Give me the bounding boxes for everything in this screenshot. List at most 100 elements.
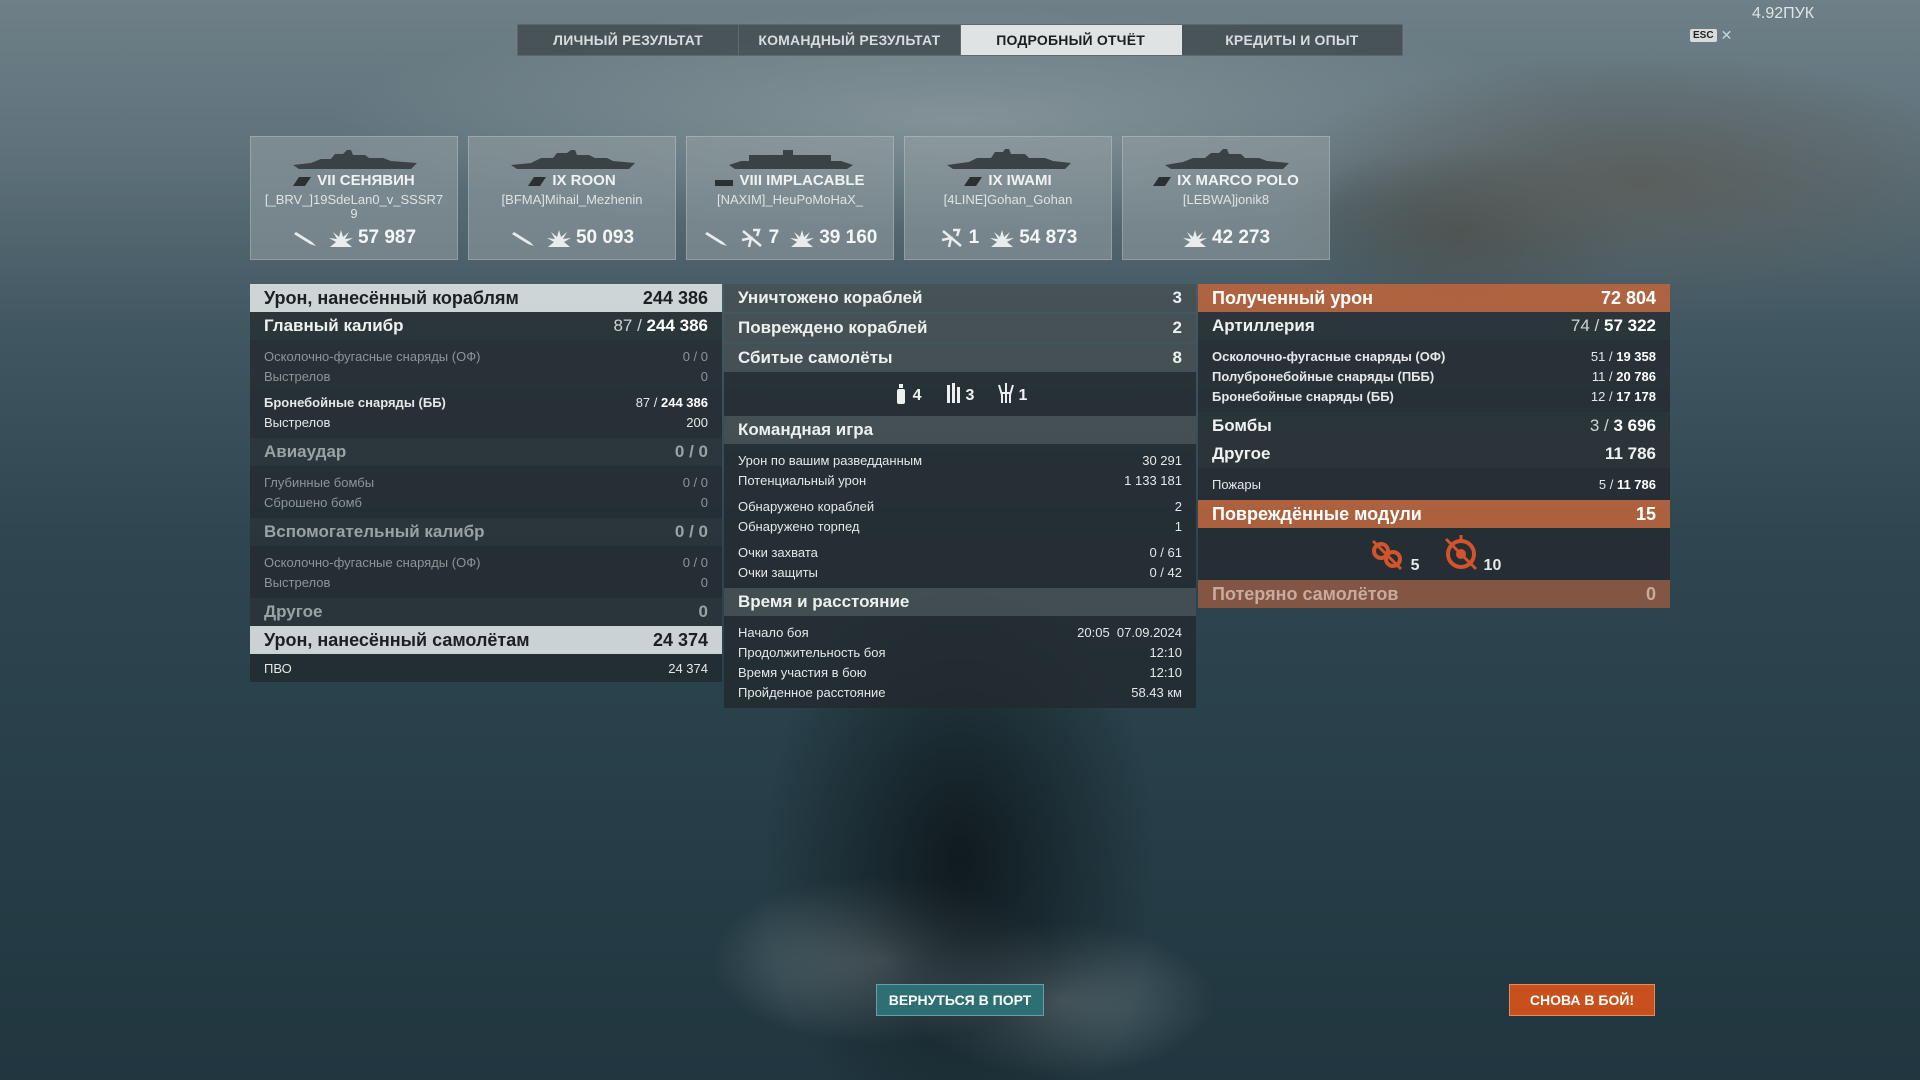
teamplay-header: Командная игра [724,416,1196,444]
destroyed-ships-row: VII СЕНЯВИН [_BRV_]19SdeLan0_v_SSSR79 57… [250,136,1330,260]
torpedo-icon [292,228,318,248]
close-icon: ✕ [1720,27,1733,43]
damage-to-planes-header: Урон, нанесённый самолётам 24 374 [250,626,722,654]
tab-detailed-report[interactable]: ПОДРОБНЫЙ ОТЧЁТ [960,25,1182,55]
fighter-icon [998,383,1015,403]
capture-points-row: Очки захвата 0 / 61 [738,544,1182,560]
damage-to-ships-header: Урон, нанесённый кораблям 244 386 [250,284,722,312]
airstrike-header: Авиаудар 0 / 0 [250,438,722,466]
player-name: [4LINE]Gohan_Gohan [943,192,1073,207]
time-distance-header: Время и расстояние [724,588,1196,616]
ship-card[interactable]: VIII IMPLACABLE [NAXIM]_HeuPoMoHaX_ 7 39… [686,136,894,260]
secondary-shots-row: Выстрелов 0 [264,574,708,590]
battleship-class-icon [1153,176,1172,186]
secondary-header: Вспомогательный калибр 0 / 0 [250,518,722,546]
planes-shot-value: 1 [968,227,980,248]
damaged-modules-header: Повреждённые модули 15 [1198,500,1670,528]
received-he-row: Осколочно-фугасные снаряды (ОФ) 51 / 19 3… [1212,348,1656,364]
artillery-details: Осколочно-фугасные снаряды (ОФ) 51 / 19 3… [1198,340,1670,412]
main-caliber-details: Осколочно-фугасные снаряды (ОФ) 0 / 0 Выс… [250,340,722,438]
ship-card[interactable]: IX ROON [BFMA]Mihail_Mezhenin 50 093 [468,136,676,260]
damage-icon [328,230,353,247]
time-distance-details: Начало боя 20:05 07.09.2024 Продолжительн… [724,616,1196,708]
teamplay-details: Урон по вашим разведданным 30 291 Потенци… [724,444,1196,588]
plane-types-panel: 4 3 1 [724,372,1196,416]
ship-card[interactable]: VII СЕНЯВИН [_BRV_]19SdeLan0_v_SSSR79 57… [250,136,458,260]
torpedo-icon [510,228,536,248]
fires-row: Пожары 5 / 11 786 [1212,476,1656,492]
player-name: [NAXIM]_HeuPoMoHaX_ [717,192,863,207]
ship-name: VII СЕНЯВИН [317,172,415,189]
plane-icon [741,228,762,248]
battle-start-row: Начало боя 20:05 07.09.2024 [738,624,1182,640]
depth-charges-row: Глубинные бомбы 0 / 0 [264,474,708,490]
damage-value: 57 987 [357,227,417,248]
ship-silhouette-icon [293,150,417,169]
ship-name: IX ROON [552,172,616,189]
secondary-he-row: Осколочно-фугасные снаряды (ОФ) 0 / 0 [264,554,708,570]
ship-silhouette-icon [1165,149,1289,169]
turret-module-count: 10 [1483,557,1502,574]
spotted-torpedoes-row: Обнаружено торпед 1 [738,518,1182,534]
damaged-ships-header: Повреждено кораблей 2 [724,314,1196,342]
carrier-class-icon [715,179,734,186]
damage-received-header: Полученный урон 72 804 [1198,284,1670,312]
engine-module-count: 5 [1410,557,1420,574]
damage-icon [790,230,815,247]
close-button[interactable]: ESC ✕ [1690,27,1732,44]
participation-time-row: Время участия в бою 12:10 [738,664,1182,680]
airstrike-details: Глубинные бомбы 0 / 0 Сброшено бомб 0 [250,466,722,518]
received-bombs-header: Бомбы 3 / 3 696 [1198,412,1670,440]
damage-value: 50 093 [575,227,635,248]
ship-silhouette-icon [947,149,1071,169]
ship-silhouette-icon [729,150,853,169]
damage-icon [990,230,1015,247]
planes-shot-header: Сбитые самолёты 8 [724,344,1196,372]
aa-row: ПВО 24 374 [264,660,708,676]
fighter-count: 1 [1018,387,1028,404]
ship-card[interactable]: IX IWAMI [4LINE]Gohan_Gohan 1 54 873 [904,136,1112,260]
return-to-port-button[interactable]: ВЕРНУТЬСЯ В ПОРТ [876,984,1044,1016]
artillery-header: Артиллерия 74 / 57 322 [1198,312,1670,340]
bomber-icon [896,384,905,404]
ship-name: IX MARCO POLO [1177,172,1299,189]
plane-icon [941,228,962,248]
tab-personal-result[interactable]: ЛИЧНЫЙ РЕЗУЛЬТАТ [518,25,740,55]
battle-duration-row: Продолжительность боя 12:10 [738,644,1182,660]
damage-value: 54 873 [1019,227,1078,248]
received-ap-row: Бронебойные снаряды (ББ) 12 / 17 178 [1212,388,1656,404]
ship-card[interactable]: IX MARCO POLO [LEBWA]jonik8 42 273 [1122,136,1330,260]
received-sap-row: Полубронебойные снаряды (ПББ) 11 / 20 786 [1212,368,1656,384]
planes-lost-header: Потеряно самолётов 0 [1198,580,1670,608]
torpedo-bomber-icon [946,383,960,403]
he-shells-row: Осколочно-фугасные снаряды (ОФ) 0 / 0 [264,348,708,364]
player-name: [LEBWA]jonik8 [1182,192,1270,207]
received-other-header: Другое 11 786 [1198,440,1670,468]
player-name: [_BRV_]19SdeLan0_v_SSSR79 [264,192,444,221]
version-label: 4.92ПУК [1752,5,1815,22]
aa-details: ПВО 24 374 [250,654,722,682]
damage-icon [1182,230,1207,247]
spotting-damage-row: Урон по вашим разведданным 30 291 [738,452,1182,468]
main-caliber-header: Главный калибр 87 / 244 386 [250,312,722,340]
defense-points-row: Очки защиты 0 / 42 [738,564,1182,580]
bombs-dropped-row: Сброшено бомб 0 [264,494,708,510]
ship-name: VIII IMPLACABLE [739,172,865,189]
planes-shot-value: 7 [768,227,780,248]
secondary-details: Осколочно-фугасные снаряды (ОФ) 0 / 0 Выс… [250,546,722,598]
damage-dealt-panel: Урон, нанесённый кораблям 244 386 Главны… [250,284,722,682]
tab-credits-xp[interactable]: КРЕДИТЫ И ОПЫТ [1182,25,1402,55]
tab-team-result[interactable]: КОМАНДНЫЙ РЕЗУЛЬТАТ [739,25,961,55]
damage-value: 42 273 [1211,227,1271,248]
battle-summary-panel: Уничтожено кораблей 3 Повреждено кораблей… [724,284,1196,708]
damage-value: 39 160 [819,227,878,248]
distance-row: Пройденное расстояние 58.43 км [738,684,1182,700]
battle-again-button[interactable]: СНОВА В БОЙ! [1509,984,1655,1016]
potential-damage-row: Потенциальный урон 1 133 181 [738,472,1182,488]
torpedo-bomber-count: 3 [965,387,975,404]
torpedo-icon [703,228,729,248]
he-shots-row: Выстрелов 0 [264,368,708,384]
damaged-modules-panel: 5 10 [1198,528,1670,580]
damage-received-panel: Полученный урон 72 804 Артиллерия 74 / 57… [1198,284,1670,608]
player-name: [BFMA]Mihail_Mezhenin [501,192,643,207]
